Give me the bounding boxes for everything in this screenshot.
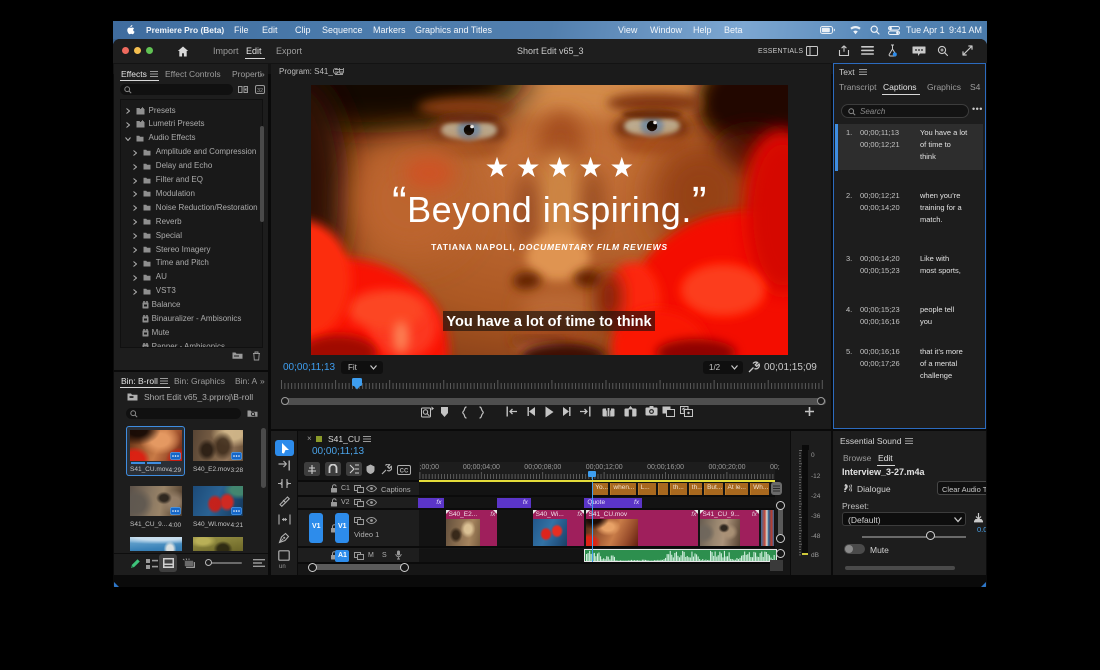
svg-text:32: 32	[257, 88, 263, 94]
